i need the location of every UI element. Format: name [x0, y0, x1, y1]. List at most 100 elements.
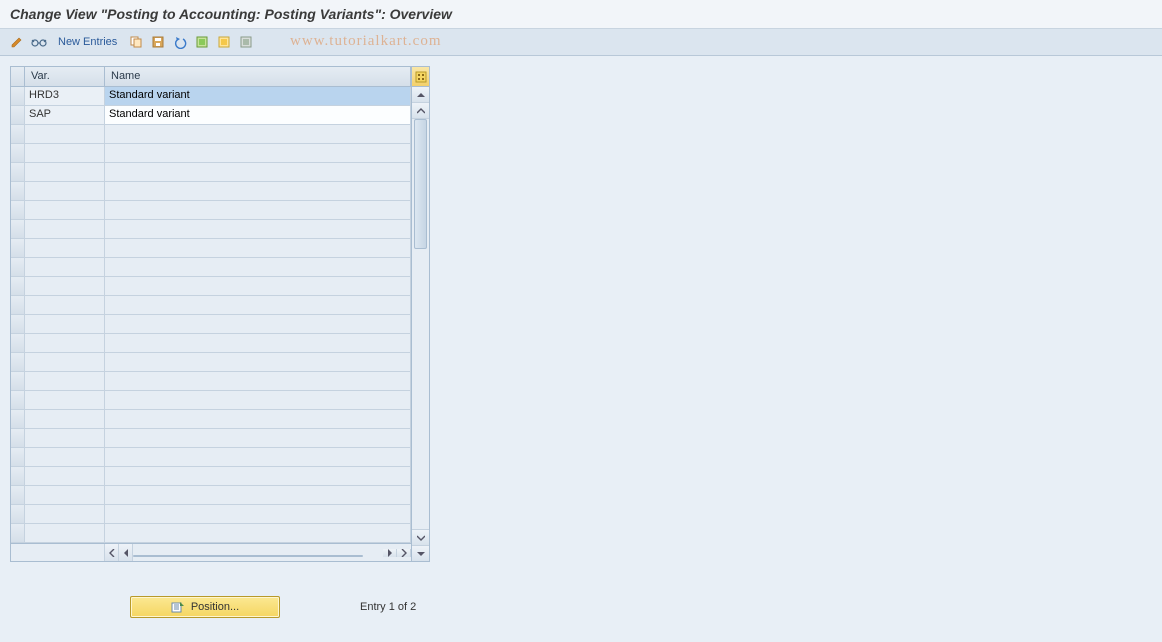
- cell-var[interactable]: [25, 163, 105, 182]
- cell-name[interactable]: [105, 239, 411, 258]
- deselect-all-icon[interactable]: [237, 33, 255, 51]
- cell-var[interactable]: [25, 486, 105, 505]
- cell-name[interactable]: [105, 277, 411, 296]
- cell-var[interactable]: [25, 505, 105, 524]
- table-settings-icon[interactable]: [412, 67, 429, 87]
- scroll-right-icon[interactable]: [383, 549, 397, 557]
- table-row[interactable]: [11, 429, 411, 448]
- scroll-left-icon[interactable]: [119, 544, 133, 561]
- cell-name[interactable]: [105, 410, 411, 429]
- table-row[interactable]: [11, 448, 411, 467]
- row-selector[interactable]: [11, 391, 25, 410]
- row-selector[interactable]: [11, 258, 25, 277]
- row-selector[interactable]: [11, 448, 25, 467]
- cell-name[interactable]: [105, 524, 411, 543]
- horizontal-scrollbar[interactable]: [11, 543, 411, 561]
- undo-icon[interactable]: [171, 33, 189, 51]
- copy-icon[interactable]: [127, 33, 145, 51]
- table-row[interactable]: HRD3Standard variant: [11, 87, 411, 106]
- change-icon[interactable]: [8, 33, 26, 51]
- position-button[interactable]: Position...: [130, 596, 280, 618]
- row-selector[interactable]: [11, 87, 25, 106]
- cell-name[interactable]: [105, 372, 411, 391]
- table-row[interactable]: [11, 163, 411, 182]
- cell-name[interactable]: Standard variant: [105, 106, 411, 125]
- cell-var[interactable]: [25, 429, 105, 448]
- row-selector[interactable]: [11, 144, 25, 163]
- cell-var[interactable]: SAP: [25, 106, 105, 125]
- scroll-down-page-icon[interactable]: [412, 529, 429, 545]
- hscroll-thumb[interactable]: [133, 555, 363, 557]
- glasses-icon[interactable]: [30, 33, 48, 51]
- cell-name[interactable]: Standard variant: [105, 87, 411, 106]
- table-row[interactable]: [11, 372, 411, 391]
- row-selector[interactable]: [11, 106, 25, 125]
- vscroll-thumb[interactable]: [414, 119, 427, 249]
- table-row[interactable]: [11, 334, 411, 353]
- cell-var[interactable]: [25, 258, 105, 277]
- cell-var[interactable]: [25, 334, 105, 353]
- cell-var[interactable]: [25, 239, 105, 258]
- table-row[interactable]: [11, 220, 411, 239]
- table-row[interactable]: [11, 201, 411, 220]
- table-row[interactable]: [11, 410, 411, 429]
- select-all-icon[interactable]: [193, 33, 211, 51]
- cell-var[interactable]: [25, 296, 105, 315]
- cell-var[interactable]: [25, 144, 105, 163]
- cell-name[interactable]: [105, 201, 411, 220]
- row-selector[interactable]: [11, 182, 25, 201]
- cell-name[interactable]: [105, 258, 411, 277]
- row-selector[interactable]: [11, 125, 25, 144]
- row-selector[interactable]: [11, 486, 25, 505]
- table-row[interactable]: [11, 505, 411, 524]
- column-header-name[interactable]: Name: [105, 67, 411, 87]
- cell-name[interactable]: [105, 429, 411, 448]
- row-selector[interactable]: [11, 163, 25, 182]
- cell-var[interactable]: [25, 220, 105, 239]
- table-row[interactable]: [11, 467, 411, 486]
- cell-var[interactable]: [25, 448, 105, 467]
- cell-var[interactable]: [25, 353, 105, 372]
- cell-name[interactable]: [105, 486, 411, 505]
- cell-var[interactable]: [25, 315, 105, 334]
- cell-name[interactable]: [105, 391, 411, 410]
- table-row[interactable]: SAPStandard variant: [11, 106, 411, 125]
- scroll-up-icon[interactable]: [412, 87, 429, 103]
- row-selector[interactable]: [11, 467, 25, 486]
- row-selector[interactable]: [11, 429, 25, 448]
- vertical-scrollbar[interactable]: [411, 67, 429, 561]
- cell-name[interactable]: [105, 163, 411, 182]
- table-row[interactable]: [11, 277, 411, 296]
- cell-var[interactable]: HRD3: [25, 87, 105, 106]
- cell-name[interactable]: [105, 296, 411, 315]
- cell-name[interactable]: [105, 467, 411, 486]
- row-selector[interactable]: [11, 220, 25, 239]
- cell-var[interactable]: [25, 182, 105, 201]
- cell-var[interactable]: [25, 524, 105, 543]
- row-selector[interactable]: [11, 277, 25, 296]
- table-row[interactable]: [11, 258, 411, 277]
- scroll-right-end-icon[interactable]: [397, 549, 411, 557]
- table-row[interactable]: [11, 353, 411, 372]
- scroll-up-page-icon[interactable]: [412, 103, 429, 119]
- cell-name[interactable]: [105, 182, 411, 201]
- row-selector[interactable]: [11, 201, 25, 220]
- row-selector[interactable]: [11, 239, 25, 258]
- row-selector[interactable]: [11, 334, 25, 353]
- row-selector[interactable]: [11, 372, 25, 391]
- row-selector[interactable]: [11, 505, 25, 524]
- table-row[interactable]: [11, 144, 411, 163]
- cell-name[interactable]: [105, 220, 411, 239]
- table-row[interactable]: [11, 524, 411, 543]
- row-selector[interactable]: [11, 353, 25, 372]
- cell-var[interactable]: [25, 467, 105, 486]
- cell-name[interactable]: [105, 448, 411, 467]
- table-row[interactable]: [11, 486, 411, 505]
- cell-name[interactable]: [105, 125, 411, 144]
- cell-var[interactable]: [25, 372, 105, 391]
- cell-name[interactable]: [105, 334, 411, 353]
- scroll-left-start-icon[interactable]: [105, 544, 119, 561]
- select-block-icon[interactable]: [215, 33, 233, 51]
- row-selector[interactable]: [11, 296, 25, 315]
- cell-name[interactable]: [105, 144, 411, 163]
